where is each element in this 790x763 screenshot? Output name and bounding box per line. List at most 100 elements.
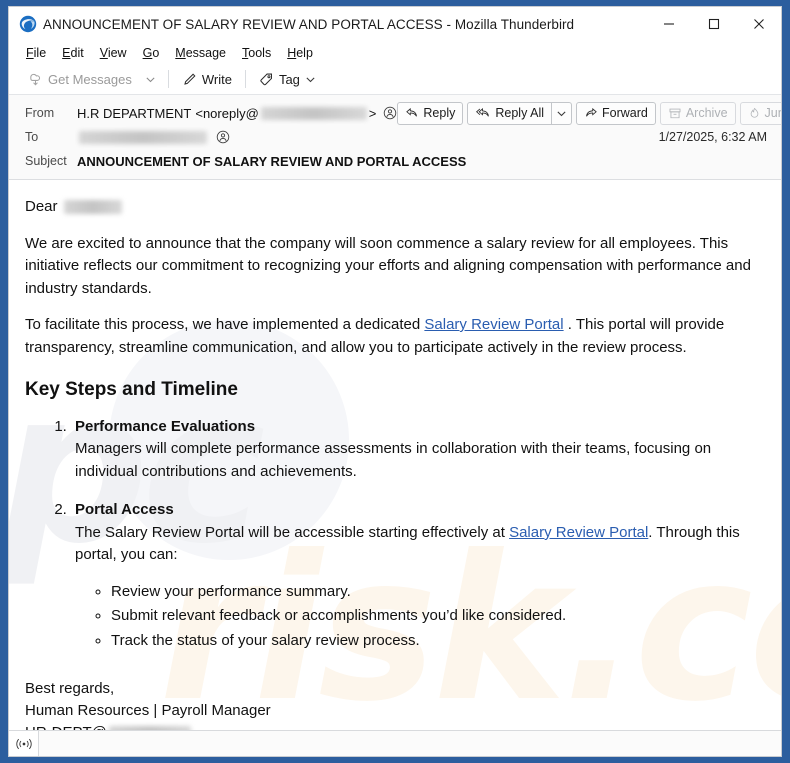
window-title: ANNOUNCEMENT OF SALARY REVIEW AND PORTAL… (43, 16, 575, 32)
section-heading: Key Steps and Timeline (25, 379, 238, 400)
salary-review-portal-link-1[interactable]: Salary Review Portal (424, 316, 563, 333)
to-label: To (25, 130, 39, 144)
from-display-name: H.R DEPARTMENT (77, 105, 192, 121)
step-2-text: The Salary Review Portal will be accessi… (75, 522, 765, 567)
forward-icon (584, 107, 598, 119)
menu-edit-accel: E (62, 45, 71, 60)
menu-help[interactable]: Help (279, 44, 321, 62)
reply-all-label: Reply All (495, 106, 544, 120)
main-toolbar: Get Messages Write Tag (9, 64, 781, 95)
reply-all-icon (475, 107, 491, 119)
add-contact-icon[interactable] (382, 106, 397, 121)
archive-button[interactable]: Archive (659, 101, 736, 125)
tag-icon (259, 72, 274, 87)
menu-go[interactable]: Go (135, 44, 168, 62)
to-add-contact-icon[interactable] (215, 130, 230, 145)
menu-go-accel: G (142, 45, 153, 60)
sub-bullet-1: Review your performance summary. (111, 581, 765, 604)
menu-file-accel: F (26, 45, 34, 60)
salary-review-portal-link-2[interactable]: Salary Review Portal (509, 524, 648, 541)
thunderbird-window: ANNOUNCEMENT OF SALARY REVIEW AND PORTAL… (8, 6, 782, 757)
signature-email-prefix: HR-DEPT@ (25, 724, 107, 730)
message-header: From H.R DEPARTMENT <noreply@ > Reply Re… (9, 95, 781, 180)
subject-row: Subject ANNOUNCEMENT OF SALARY REVIEW AN… (9, 149, 781, 173)
step-item-1: Performance Evaluations Managers will co… (71, 416, 765, 484)
reply-icon (405, 107, 419, 119)
menu-view[interactable]: View (92, 44, 135, 62)
signature-line-1: Best regards, (25, 680, 115, 698)
menu-message-accel: M (175, 45, 186, 60)
archive-icon (668, 107, 682, 120)
junk-button[interactable]: Junk (739, 101, 781, 125)
forward-label: Forward (602, 106, 648, 120)
reply-all-dropdown[interactable] (552, 101, 572, 125)
from-address-open: <noreply@ (195, 105, 259, 121)
minimize-button[interactable] (646, 7, 691, 41)
title-bar: ANNOUNCEMENT OF SALARY REVIEW AND PORTAL… (9, 7, 781, 41)
message-date: 1/27/2025, 6:32 AM (658, 130, 767, 144)
step-2-text-before: The Salary Review Portal will be accessi… (75, 523, 510, 541)
subject-value: ANNOUNCEMENT OF SALARY REVIEW AND PORTAL… (77, 153, 467, 169)
junk-label: Junk (764, 106, 781, 120)
junk-flame-icon (748, 107, 761, 120)
step-1-title: Performance Evaluations (75, 417, 256, 435)
signature-domain-redacted (108, 726, 191, 730)
thunderbird-icon (19, 15, 37, 33)
menu-file[interactable]: File (18, 44, 54, 62)
menu-help-rest: elp (296, 45, 313, 60)
status-bar (9, 730, 781, 756)
reply-label: Reply (423, 106, 456, 120)
from-address-redacted (260, 106, 367, 120)
tag-label: Tag (278, 71, 300, 87)
archive-label: Archive (685, 106, 728, 120)
get-messages-dropdown[interactable] (139, 71, 162, 88)
from-address-close: > (368, 105, 377, 121)
to-row: To 1/27/2025, 6:32 AM (9, 125, 781, 149)
write-button[interactable]: Write (175, 69, 239, 90)
forward-button[interactable]: Forward (576, 101, 656, 125)
close-button[interactable] (736, 7, 781, 41)
signature-block: Best regards, Human Resources | Payroll … (25, 678, 765, 730)
from-value[interactable]: H.R DEPARTMENT <noreply@ > (77, 106, 397, 121)
paragraph-2-before: To facilitate this process, we have impl… (25, 316, 425, 333)
menu-tools[interactable]: Tools (234, 44, 279, 62)
menu-bar: File Edit View Go Message Tools Help (9, 41, 781, 64)
greeting-name-redacted (63, 200, 122, 215)
signature-line-2: Human Resources | Payroll Manager (25, 702, 271, 720)
download-icon (28, 72, 43, 87)
reply-button[interactable]: Reply (397, 101, 464, 125)
menu-edit-rest: dit (70, 45, 84, 60)
get-messages-button[interactable]: Get Messages (21, 69, 139, 90)
connection-status-icon[interactable] (9, 731, 39, 756)
to-value[interactable] (77, 130, 230, 145)
status-bar-area (39, 731, 781, 756)
sub-bullets-list: Review your performance summary. Submit … (75, 581, 765, 653)
message-body: pc risk.com Dear We are excited to annou… (9, 180, 781, 730)
menu-message[interactable]: Message (167, 44, 234, 62)
body-content: Dear We are excited to announce that the… (25, 196, 765, 730)
sub-bullet-3: Track the status of your salary review p… (111, 630, 765, 653)
subject-label: Subject (25, 154, 67, 168)
signature-line-3: HR-DEPT@ (25, 722, 765, 730)
reply-all-button[interactable]: Reply All (467, 101, 552, 125)
greeting-line: Dear (25, 196, 765, 219)
menu-go-rest: o (152, 45, 160, 60)
write-label: Write (201, 71, 232, 87)
pencil-icon (182, 72, 197, 87)
message-actions: Reply Reply All Forward Archive Ju (397, 101, 781, 125)
menu-file-rest: ile (33, 45, 47, 60)
paragraph-2: To facilitate this process, we have impl… (25, 314, 765, 359)
menu-edit[interactable]: Edit (54, 44, 92, 62)
step-1-text: Managers will complete performance asses… (75, 440, 712, 480)
step-2-title: Portal Access (75, 501, 174, 519)
window-controls (646, 7, 781, 41)
steps-list: Performance Evaluations Managers will co… (25, 416, 765, 653)
tag-button[interactable]: Tag (252, 69, 323, 90)
maximize-button[interactable] (691, 7, 736, 41)
sub-bullet-2: Submit relevant feedback or accomplishme… (111, 605, 765, 628)
step-item-2: Portal Access The Salary Review Portal w… (71, 499, 765, 652)
menu-message-rest: essage (185, 45, 227, 60)
menu-help-accel: H (287, 45, 297, 60)
to-address-redacted (79, 130, 207, 144)
menu-tools-rest: ools (248, 45, 272, 60)
